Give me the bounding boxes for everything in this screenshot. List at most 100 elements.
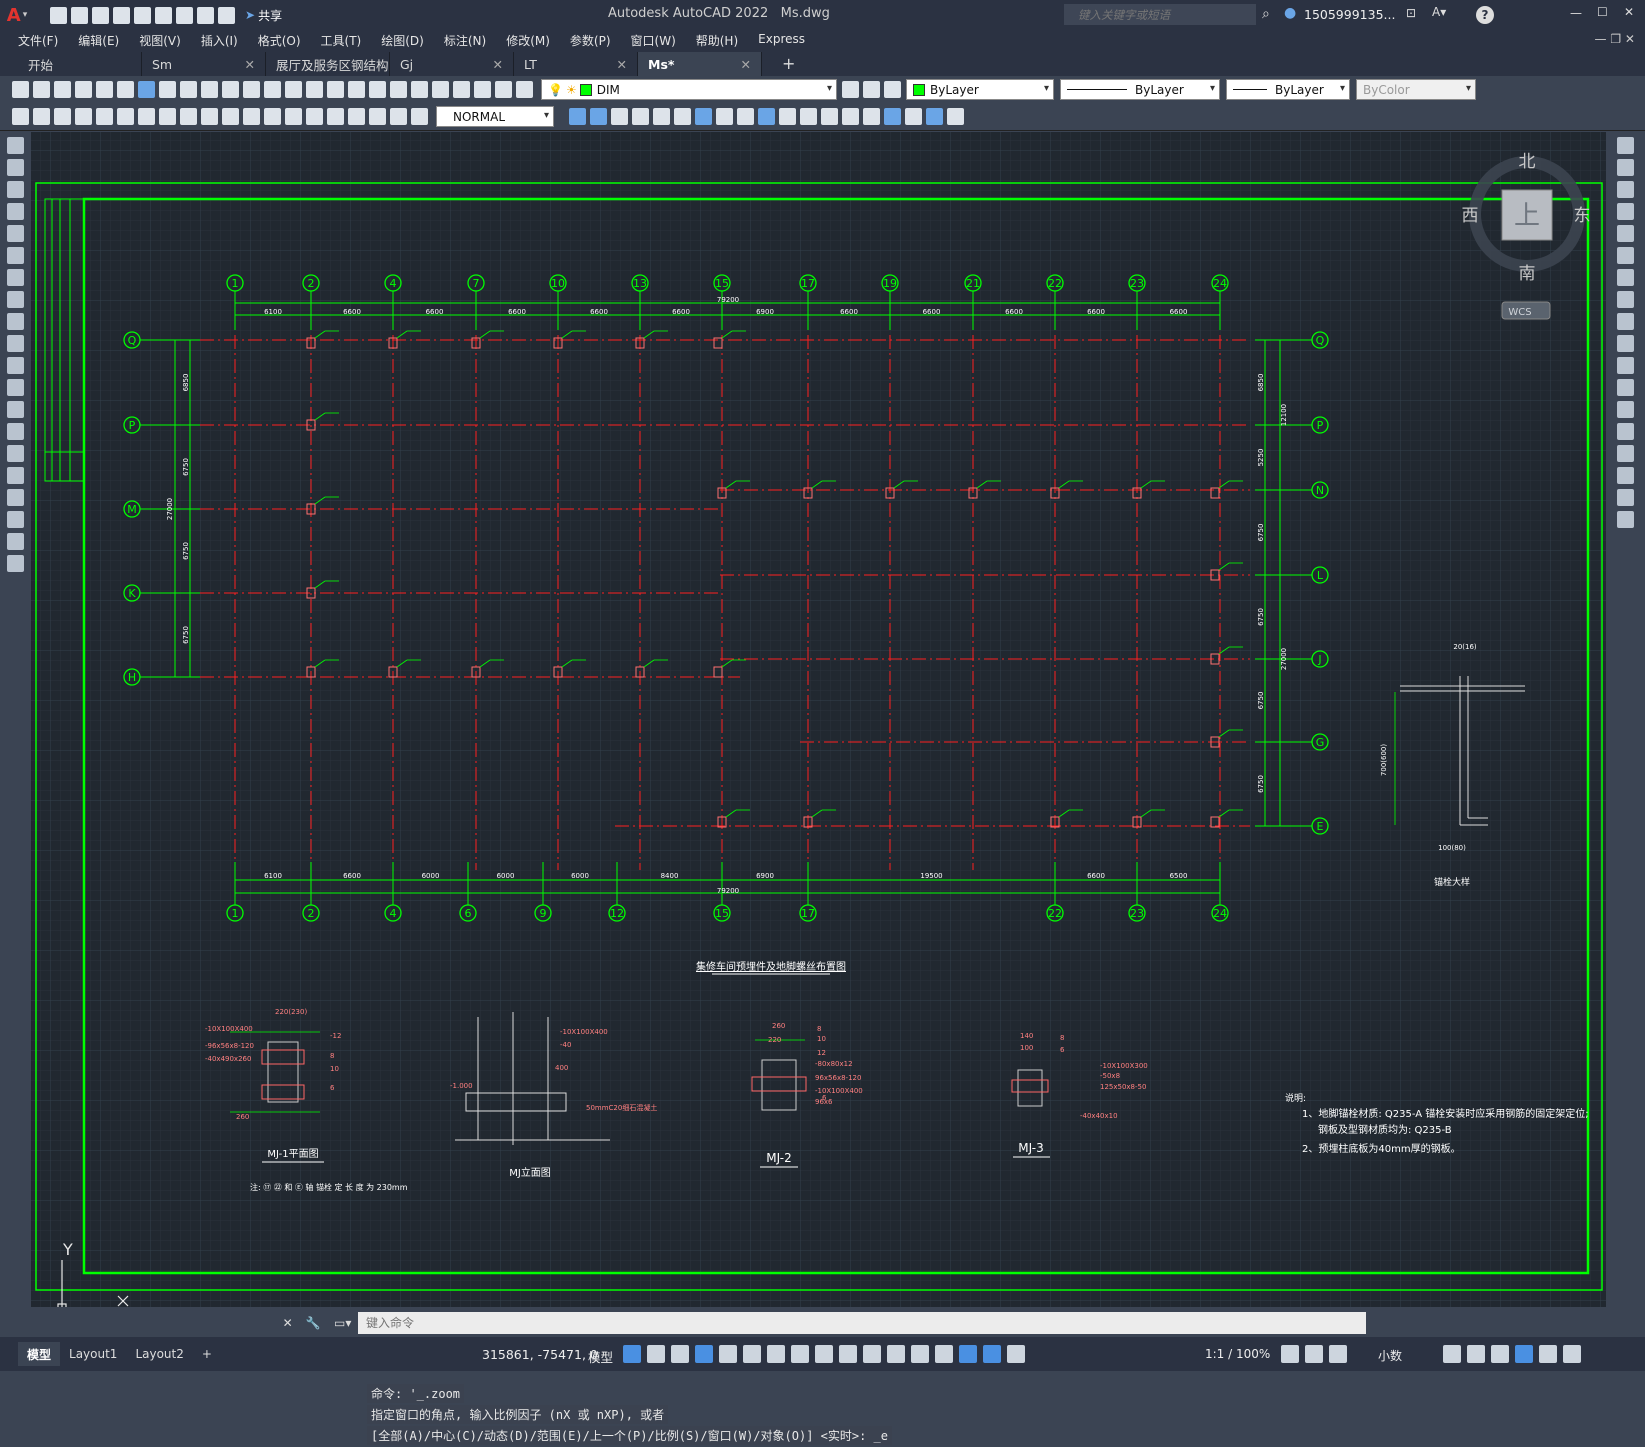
tool-o-icon[interactable]	[863, 108, 880, 125]
redo-icon[interactable]	[218, 6, 235, 24]
tb-redo-icon[interactable]	[264, 81, 281, 98]
minimize-button[interactable]: —	[1570, 6, 1582, 20]
insert-block-icon[interactable]	[7, 379, 24, 396]
erase-icon[interactable]	[1617, 137, 1634, 154]
coordinates[interactable]: 315861, -75471, 0	[482, 1347, 598, 1362]
line-icon[interactable]	[7, 137, 24, 154]
tb-designcenter-icon[interactable]	[390, 81, 407, 98]
file-tab[interactable]: Sm ✕	[142, 52, 266, 76]
command-input[interactable]	[358, 1312, 1366, 1334]
tb-help-icon[interactable]	[495, 81, 512, 98]
annotation-visibility-icon[interactable]	[983, 1345, 1001, 1363]
tool-q-icon[interactable]	[905, 108, 922, 125]
workspace-gear-icon[interactable]	[1281, 1345, 1299, 1363]
tb-copy-icon[interactable]	[180, 81, 197, 98]
save-as-icon[interactable]	[113, 6, 130, 24]
hardware-accel-icon[interactable]	[1515, 1345, 1533, 1363]
point-icon[interactable]	[7, 423, 24, 440]
tool-h-icon[interactable]	[716, 108, 733, 125]
tab-layout2[interactable]: Layout2	[126, 1342, 192, 1366]
menu-item[interactable]: 工具(T)	[321, 32, 362, 49]
search-icon[interactable]: ⌕	[1262, 6, 1270, 22]
gizmo-icon[interactable]	[959, 1345, 977, 1363]
dim-text-edit-icon[interactable]	[390, 108, 407, 125]
ellipse-icon[interactable]	[7, 335, 24, 352]
blend-icon[interactable]	[1617, 489, 1634, 506]
join-icon[interactable]	[1617, 423, 1634, 440]
table-icon[interactable]	[7, 511, 24, 528]
selection-filter-icon[interactable]	[935, 1345, 953, 1363]
menu-item[interactable]: 格式(O)	[258, 32, 301, 49]
tb-properties-icon[interactable]	[369, 81, 386, 98]
lineweight-icon[interactable]	[815, 1345, 833, 1363]
dim-baseline-icon[interactable]	[201, 108, 218, 125]
dim-linear-icon[interactable]	[12, 108, 29, 125]
tb-cut-icon[interactable]	[159, 81, 176, 98]
dim-angular-icon[interactable]	[159, 108, 176, 125]
drawing-canvas[interactable]: 1 2 4 7 10 13 15 17 19 21 22 23 24 6100 6600 6600 6600 66…	[31, 132, 1606, 1445]
customization-icon[interactable]	[1563, 1345, 1581, 1363]
break-point-icon[interactable]	[1617, 379, 1634, 396]
autodesk-account-icon[interactable]: A▾	[1432, 5, 1446, 19]
close-tab-icon[interactable]: ✕	[493, 57, 503, 72]
rotate-icon[interactable]	[1617, 269, 1634, 286]
tb-markup-icon[interactable]	[453, 81, 470, 98]
viewcube-east[interactable]: 东	[1574, 206, 1591, 226]
search-input[interactable]	[1078, 7, 1248, 22]
menu-item[interactable]: 标注(N)	[444, 32, 486, 49]
copy-icon[interactable]	[1617, 159, 1634, 176]
dynamic-ucs-icon[interactable]	[911, 1345, 929, 1363]
inspection-icon[interactable]	[327, 108, 344, 125]
tool-a-icon[interactable]	[569, 108, 586, 125]
tb-calc-icon[interactable]	[474, 81, 491, 98]
tool-g-icon[interactable]	[695, 108, 712, 125]
region-icon[interactable]	[7, 489, 24, 506]
layer-previous-icon[interactable]	[863, 81, 880, 98]
menu-item[interactable]: 编辑(E)	[78, 32, 119, 49]
make-block-icon[interactable]	[7, 401, 24, 418]
scale-icon[interactable]	[1617, 291, 1634, 308]
new-file-icon[interactable]	[50, 6, 67, 24]
plot-icon[interactable]	[176, 6, 193, 24]
tb-open-icon[interactable]	[33, 81, 50, 98]
close-button[interactable]: ✕	[1624, 5, 1634, 19]
circle-icon[interactable]	[7, 269, 24, 286]
user-name[interactable]: 1505999135...	[1304, 7, 1395, 22]
spline-icon[interactable]	[7, 313, 24, 330]
viewcube-north[interactable]: 北	[1519, 152, 1536, 172]
annotation-scale[interactable]: 1:1 / 100%	[1205, 1347, 1270, 1361]
tb-toolpalette-icon[interactable]	[411, 81, 428, 98]
tb-undo-icon[interactable]	[243, 81, 260, 98]
menu-item[interactable]: 文件(F)	[18, 32, 58, 49]
recent-commands-icon[interactable]: ▭▾	[334, 1316, 351, 1330]
chamfer-icon[interactable]	[1617, 445, 1634, 462]
center-mark-icon[interactable]	[306, 108, 323, 125]
tab-model[interactable]: 模型	[18, 1342, 61, 1366]
tool-i-icon[interactable]	[737, 108, 754, 125]
move-icon[interactable]	[1617, 247, 1634, 264]
open-file-icon[interactable]	[71, 6, 88, 24]
tool-n-icon[interactable]	[842, 108, 859, 125]
tb-zoom-window-icon[interactable]	[327, 81, 344, 98]
dim-arc-icon[interactable]	[54, 108, 71, 125]
search-box[interactable]	[1064, 4, 1256, 25]
tool-b-icon[interactable]	[590, 108, 607, 125]
undo-icon[interactable]	[197, 6, 214, 24]
add-layout-button[interactable]: +	[193, 1342, 221, 1366]
plotstyle-dropdown[interactable]: ByColor ▾	[1356, 79, 1476, 100]
tb-sheetset-icon[interactable]	[432, 81, 449, 98]
menu-item[interactable]: 插入(I)	[201, 32, 238, 49]
tool-e-icon[interactable]	[653, 108, 670, 125]
menu-item[interactable]: Express	[758, 32, 805, 49]
tool-k-icon[interactable]	[779, 108, 796, 125]
polar-icon[interactable]	[719, 1345, 737, 1363]
polygon-icon[interactable]	[7, 203, 24, 220]
maximize-button[interactable]: ☐	[1597, 5, 1608, 19]
help-icon[interactable]: ?	[1476, 6, 1494, 24]
viewcube-south[interactable]: 南	[1519, 264, 1536, 284]
tb-zoom-icon[interactable]	[306, 81, 323, 98]
dim-edit-icon[interactable]	[369, 108, 386, 125]
layer-state-icon[interactable]	[884, 81, 901, 98]
osnap-icon[interactable]	[791, 1345, 809, 1363]
tb-print-icon[interactable]	[75, 81, 92, 98]
